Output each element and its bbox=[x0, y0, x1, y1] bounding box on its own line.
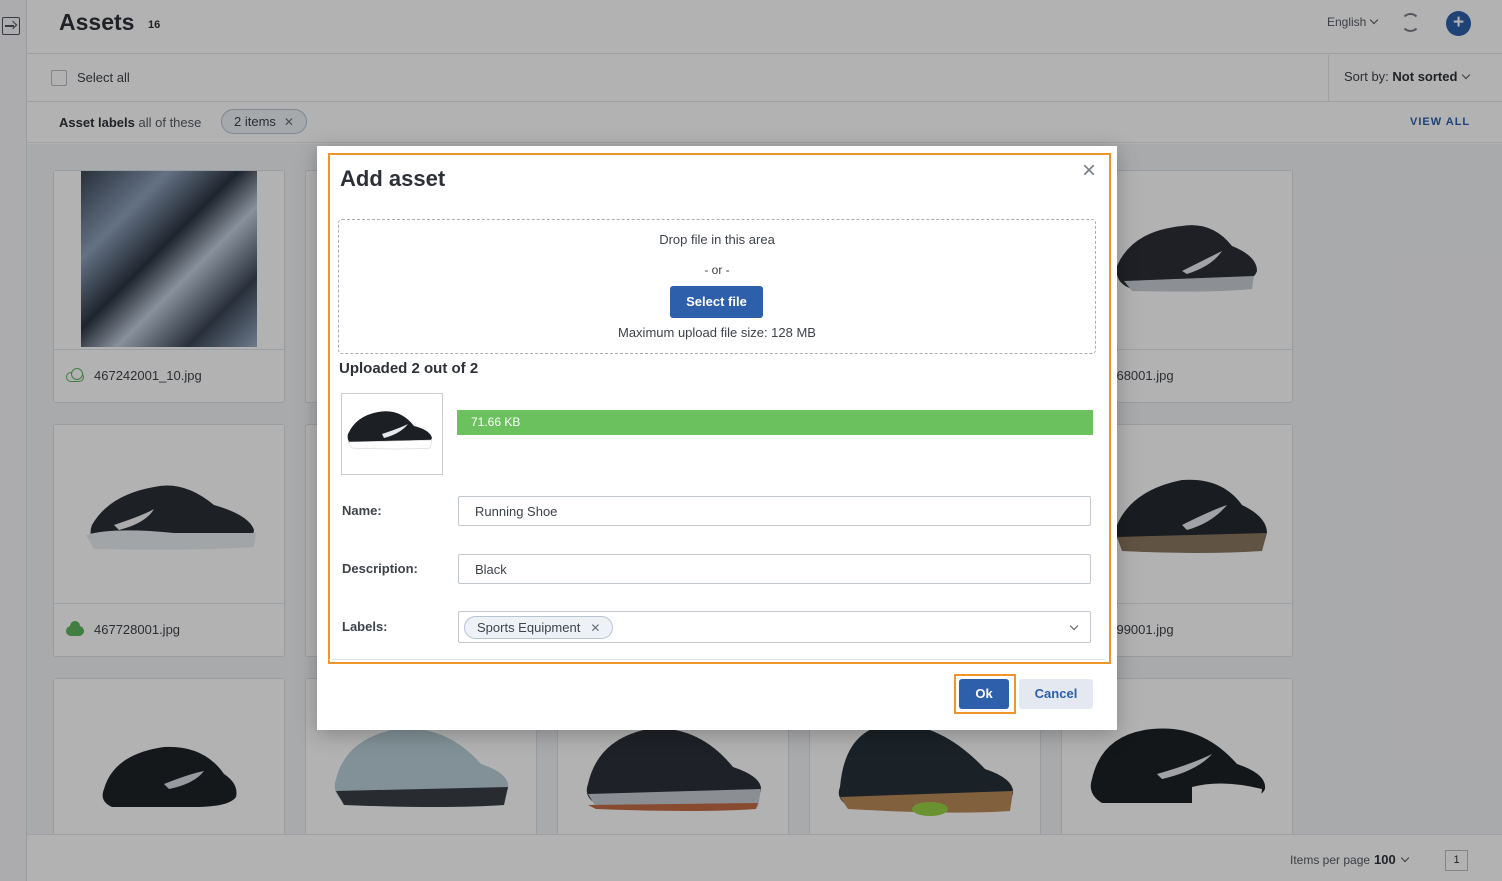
close-icon[interactable]: × bbox=[1079, 159, 1099, 183]
dialog-title: Add asset bbox=[340, 166, 446, 191]
uploaded-thumbnail bbox=[341, 393, 443, 475]
shoe-image bbox=[347, 411, 433, 450]
cancel-button[interactable]: Cancel bbox=[1019, 679, 1093, 709]
labels-select[interactable]: Sports Equipment ✕ bbox=[458, 611, 1091, 643]
description-label: Description: bbox=[342, 561, 418, 576]
upload-progress-bar: 71.66 KB bbox=[457, 410, 1093, 435]
or-text: - or - bbox=[704, 263, 730, 277]
chevron-down-icon[interactable] bbox=[1069, 621, 1079, 631]
select-file-button[interactable]: Select file bbox=[670, 286, 763, 318]
upload-status: Uploaded 2 out of 2 bbox=[339, 360, 479, 377]
add-asset-dialog: Add asset × Drop file in this area - or … bbox=[317, 146, 1117, 730]
description-input[interactable] bbox=[458, 554, 1091, 584]
remove-label-icon[interactable]: ✕ bbox=[590, 621, 600, 635]
name-label: Name: bbox=[342, 503, 382, 518]
file-drop-zone[interactable]: Drop file in this area - or - Select fil… bbox=[338, 219, 1096, 354]
progress-size: 71.66 KB bbox=[471, 415, 521, 429]
name-input[interactable] bbox=[458, 496, 1091, 526]
label-chip[interactable]: Sports Equipment ✕ bbox=[464, 616, 614, 639]
ok-button[interactable]: Ok bbox=[959, 679, 1009, 709]
labels-label: Labels: bbox=[342, 619, 388, 634]
max-size-text: Maximum upload file size: 128 MB bbox=[618, 325, 816, 340]
drop-text: Drop file in this area bbox=[659, 232, 775, 247]
divider bbox=[329, 659, 1105, 660]
